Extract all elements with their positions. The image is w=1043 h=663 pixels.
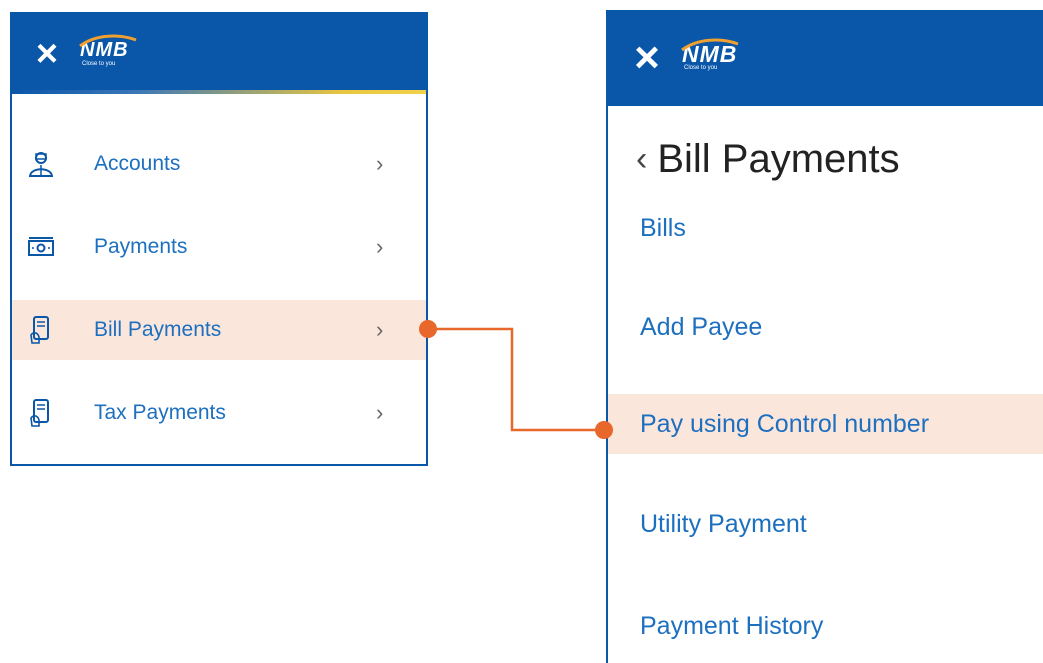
logo-tagline: Close to you: [684, 65, 718, 71]
page-title-row: ‹ Bill Payments: [636, 134, 1043, 184]
menu-item-label: Accounts: [94, 152, 181, 175]
submenu-item-label: Utility Payment: [640, 509, 807, 538]
menu-item-bill-payments[interactable]: Bill Payments ›: [12, 300, 426, 360]
submenu-item-add-payee[interactable]: Add Payee: [608, 297, 1043, 357]
connector-line: [428, 327, 604, 432]
nmb-logo: NMB Close to you: [681, 38, 739, 72]
tax-payments-icon: [26, 398, 56, 428]
menu-item-payments[interactable]: Payments ›: [12, 217, 426, 277]
menu-item-label: Tax Payments: [94, 401, 226, 424]
chevron-right-icon: ›: [376, 400, 384, 425]
submenu-item-label: Pay using Control number: [640, 409, 930, 438]
chevron-right-icon: ›: [376, 317, 384, 342]
submenu-item-payment-history[interactable]: Payment History: [608, 596, 1043, 656]
main-menu-panel: × NMB Close to you Accounts › Payments ›…: [10, 12, 428, 466]
close-icon[interactable]: ×: [630, 36, 664, 80]
back-chevron-icon[interactable]: ‹: [636, 140, 647, 179]
logo-swoosh-icon: [681, 38, 739, 52]
page-title: Bill Payments: [657, 136, 900, 181]
menu-header: × NMB Close to you: [12, 14, 426, 94]
payments-icon: [26, 232, 56, 262]
submenu-item-bills[interactable]: Bills: [608, 198, 1043, 258]
logo-swoosh-icon: [79, 34, 137, 48]
submenu-item-label: Bills: [640, 213, 686, 242]
menu-item-label: Bill Payments: [94, 318, 222, 341]
nmb-logo: NMB Close to you: [79, 34, 137, 68]
stage: × NMB Close to you Accounts › Payments ›…: [0, 0, 1043, 663]
menu-item-tax-payments[interactable]: Tax Payments ›: [12, 383, 426, 443]
submenu-item-utility-payment[interactable]: Utility Payment: [608, 494, 1043, 554]
chevron-right-icon: ›: [376, 234, 384, 259]
submenu-item-label: Add Payee: [640, 312, 763, 341]
main-menu-list: Accounts › Payments › Bill Payments › Ta…: [12, 134, 426, 443]
close-icon[interactable]: ×: [32, 35, 62, 73]
submenu-item-pay-using-control-number[interactable]: Pay using Control number: [608, 394, 1043, 454]
menu-item-accounts[interactable]: Accounts ›: [12, 134, 426, 194]
bill-payments-icon: [26, 315, 56, 345]
logo-tagline: Close to you: [82, 61, 116, 67]
submenu-item-label: Payment History: [640, 611, 824, 640]
submenu-header: × NMB Close to you: [608, 10, 1043, 106]
chevron-right-icon: ›: [376, 151, 384, 176]
bill-payments-panel: × NMB Close to you ‹ Bill Payments Bills…: [606, 10, 1043, 663]
accounts-icon: [26, 149, 56, 179]
menu-item-label: Payments: [94, 235, 188, 258]
